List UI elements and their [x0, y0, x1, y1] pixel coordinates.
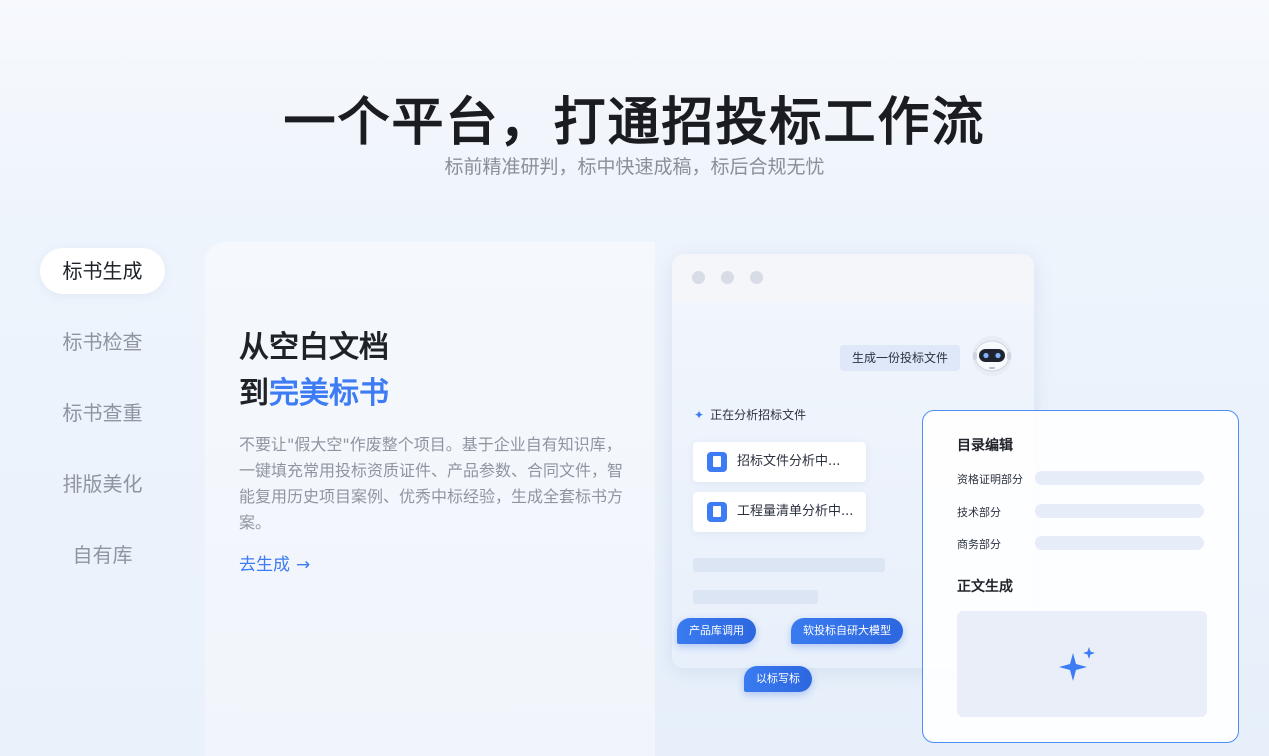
- cta-label: 去生成: [239, 555, 290, 575]
- sparkle-icon: [1059, 647, 1095, 681]
- body-generate-title: 正文生成: [957, 579, 1013, 595]
- chat-message: 生成一份投标文件: [840, 345, 961, 371]
- skeleton-line: [693, 590, 818, 604]
- feature-description: 不要让"假大空"作废整个项目。基于企业自有知识库，一键填充常用投标资质证件、产品…: [239, 435, 624, 532]
- nav-item-bid-generation[interactable]: 标书生成: [40, 248, 165, 294]
- directory-row-bar: [1035, 471, 1204, 485]
- directory-row-label: 资格证明部分: [957, 473, 1023, 486]
- file-card: 招标文件分析中...: [693, 442, 866, 482]
- file-card-label: 工程量清单分析中...: [737, 504, 854, 519]
- feature-nav: 标书生成 标书检查 标书查重 排版美化 自有库: [40, 248, 165, 603]
- feature-text-panel: 从空白文档 到完美标书 不要让"假大空"作废整个项目。基于企业自有知识库，一键填…: [205, 242, 655, 756]
- file-card: 工程量清单分析中...: [693, 492, 866, 532]
- arrow-right-icon: →: [296, 555, 311, 575]
- directory-row-bar: [1035, 536, 1204, 550]
- page-title: 一个平台，打通招投标工作流: [283, 93, 986, 153]
- nav-item-duplicate-check[interactable]: 标书查重: [40, 390, 165, 436]
- robot-avatar-icon: [972, 336, 1012, 376]
- directory-edit-panel: 目录编辑 资格证明部分 技术部分 商务部分 正文生成: [922, 410, 1239, 743]
- heading-prefix: 到: [239, 376, 269, 411]
- nav-item-own-library[interactable]: 自有库: [40, 532, 165, 578]
- directory-row-label: 商务部分: [957, 538, 1001, 551]
- directory-row-label: 技术部分: [957, 506, 1001, 519]
- analyzing-text: 正在分析招标文件: [710, 408, 807, 422]
- feature-heading-line1: 从空白文档: [239, 330, 389, 365]
- directory-row-bar: [1035, 504, 1204, 518]
- skeleton-line: [693, 558, 885, 572]
- window-dot-icon: [692, 271, 705, 284]
- feature-heading-line2: 到完美标书: [239, 368, 389, 412]
- tag-self-developed-model: 软投标自研大模型: [791, 618, 903, 644]
- document-icon: [707, 502, 727, 522]
- document-icon: [707, 452, 727, 472]
- tag-product-library: 产品库调用: [677, 618, 756, 644]
- window-titlebar: [672, 254, 1034, 302]
- window-dot-icon: [750, 271, 763, 284]
- nav-item-layout-beautify[interactable]: 排版美化: [40, 461, 165, 507]
- nav-item-bid-check[interactable]: 标书检查: [40, 319, 165, 365]
- heading-highlight: 完美标书: [269, 376, 389, 411]
- file-card-label: 招标文件分析中...: [737, 454, 841, 469]
- tag-bid-reference: 以标写标: [744, 666, 812, 692]
- page-subtitle: 标前精准研判，标中快速成稿，标后合规无忧: [444, 156, 825, 178]
- generate-preview-box: [957, 611, 1207, 717]
- directory-title: 目录编辑: [957, 438, 1013, 454]
- go-generate-link[interactable]: 去生成 →: [239, 550, 310, 575]
- analyzing-status: ✦ 正在分析招标文件: [694, 406, 806, 423]
- window-dot-icon: [721, 271, 734, 284]
- sparkle-icon: ✦: [694, 408, 705, 422]
